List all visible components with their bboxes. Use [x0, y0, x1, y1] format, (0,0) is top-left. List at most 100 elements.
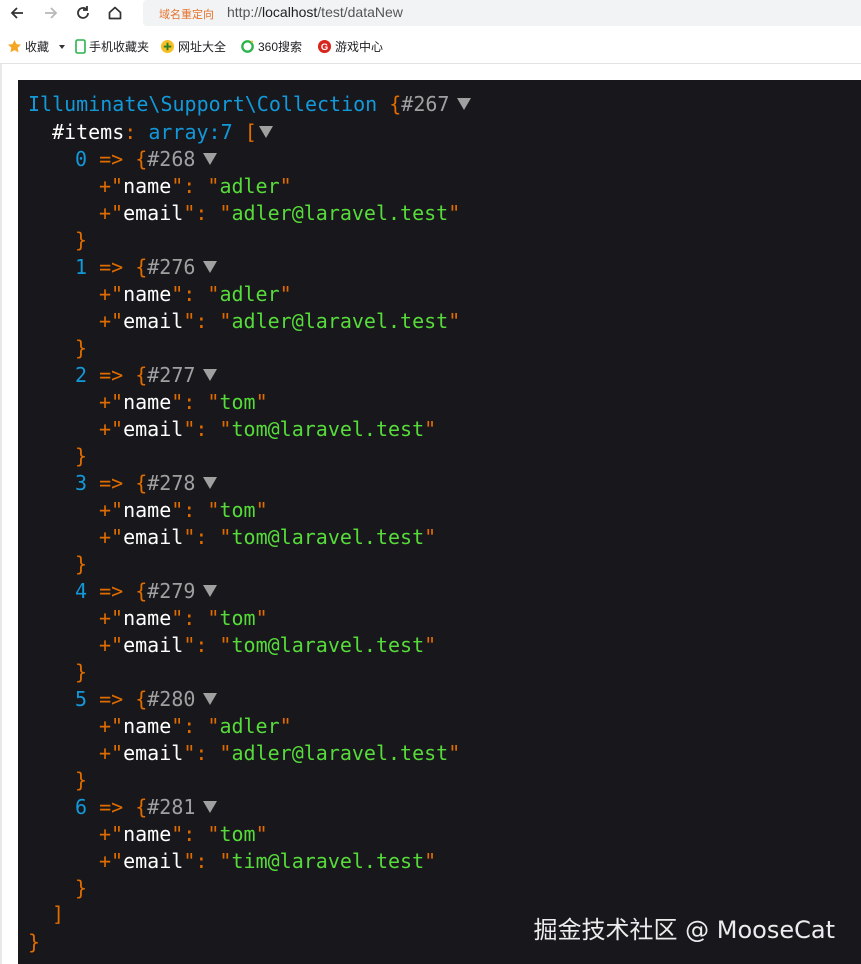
item-name-line: +"name": "tom" — [99, 606, 268, 630]
item-ref: #277 — [147, 363, 196, 387]
item-index: 0 — [75, 147, 88, 171]
item-index: 2 — [75, 363, 88, 387]
item-name-line: +"name": "tom" — [99, 822, 268, 846]
class-name: Illuminate\Support\Collection — [28, 92, 378, 116]
url-prefix: http:// — [227, 4, 263, 20]
svg-text:G: G — [321, 42, 328, 52]
item-key-email: email — [123, 633, 184, 657]
item-key-email: email — [123, 417, 184, 441]
item-email-value: tim@laravel.test — [231, 849, 425, 873]
class-ref: #267 — [401, 92, 450, 116]
item-name-value: tom — [219, 606, 256, 630]
close-brace: } — [28, 930, 41, 954]
var-dump-panel: Illuminate\Support\Collection {#267 #ite… — [18, 80, 861, 964]
collapse-toggle-icon[interactable] — [203, 260, 218, 273]
forward-arrow-icon — [45, 7, 58, 19]
item-key-name: name — [123, 606, 172, 630]
item-name-line: +"name": "adler" — [99, 174, 292, 198]
redirect-label: 域名重定向 — [159, 9, 214, 21]
back-button[interactable] — [6, 2, 28, 24]
item-close-brace: } — [75, 876, 88, 900]
collapse-toggle-icon[interactable] — [203, 368, 218, 381]
bookmark-games[interactable]: G 游戏中心 — [317, 38, 383, 55]
item-header: 5 => {#280 — [75, 686, 218, 712]
item-header: 0 => {#268 — [75, 146, 218, 172]
items-prop-line: #items: array:7 [ — [52, 119, 273, 145]
item-email-line: +"email": "adler@laravel.test" — [99, 309, 461, 333]
item-ref: #268 — [147, 147, 196, 171]
item-key-name: name — [123, 498, 172, 522]
item-close-brace: } — [75, 552, 88, 576]
watermark: 掘金技术社区 @ MooseCat — [533, 916, 835, 944]
home-button[interactable] — [104, 2, 126, 24]
collapse-toggle-icon[interactable] — [203, 476, 218, 489]
collapse-toggle-icon[interactable] — [203, 692, 218, 705]
item-email-value: adler@laravel.test — [231, 201, 449, 225]
item-email-value: adler@laravel.test — [231, 741, 449, 765]
chrome-divider — [0, 63, 861, 64]
item-email-line: +"email": "tom@laravel.test" — [99, 417, 437, 441]
item-name-value: tom — [219, 498, 256, 522]
collapse-toggle-icon[interactable] — [203, 800, 218, 813]
collapse-toggle-icon[interactable] — [203, 584, 218, 597]
items-meta: array:7 — [148, 120, 233, 144]
item-header: 3 => {#278 — [75, 470, 218, 496]
item-close-brace: } — [75, 444, 88, 468]
item-index: 1 — [75, 255, 88, 279]
item-name-line: +"name": "adler" — [99, 714, 292, 738]
item-key-name: name — [123, 282, 172, 306]
item-key-name: name — [123, 390, 172, 414]
search-360-icon — [241, 40, 254, 53]
item-email-line: +"email": "tom@laravel.test" — [99, 525, 437, 549]
reload-button[interactable] — [72, 2, 94, 24]
item-close-brace: } — [75, 336, 88, 360]
bookmark-mobile[interactable]: 手机收藏夹 — [75, 38, 149, 55]
item-index: 4 — [75, 579, 88, 603]
item-key-email: email — [123, 309, 184, 333]
item-name-line: +"name": "tom" — [99, 390, 268, 414]
item-ref: #278 — [147, 471, 196, 495]
collapse-toggle-icon[interactable] — [457, 97, 472, 110]
collapse-toggle-icon[interactable] — [203, 152, 218, 165]
bookmark-label: 游戏中心 — [335, 40, 384, 54]
item-name-line: +"name": "adler" — [99, 282, 292, 306]
item-name-value: tom — [219, 822, 256, 846]
address-bar[interactable]: 域名重定向 http://localhost/test/dataNew — [143, 0, 861, 26]
close-bracket: ] — [52, 902, 65, 926]
item-name-value: adler — [219, 174, 280, 198]
browser-toolbar: 域名重定向 http://localhost/test/dataNew — [0, 0, 861, 26]
url-host: localhost — [262, 4, 318, 20]
item-close-brace: } — [75, 228, 88, 252]
game-icon: G — [317, 39, 332, 54]
item-name-value: tom — [219, 390, 256, 414]
bookmark-sites[interactable]: 网址大全 — [160, 38, 226, 55]
forward-button[interactable] — [40, 2, 62, 24]
bookmarks-bar: 收藏 手机收藏夹 网址大全 360搜索 G 游戏中心 — [0, 34, 861, 60]
phone-icon — [75, 39, 86, 54]
item-header: 2 => {#277 — [75, 362, 218, 388]
item-name-line: +"name": "tom" — [99, 498, 268, 522]
item-header: 1 => {#276 — [75, 254, 218, 280]
collapse-toggle-icon[interactable] — [258, 125, 273, 138]
item-email-line: +"email": "adler@laravel.test" — [99, 201, 461, 225]
bookmark-favorites[interactable]: 收藏 — [7, 38, 72, 55]
item-email-value: adler@laravel.test — [231, 309, 449, 333]
item-key-email: email — [123, 525, 184, 549]
item-email-value: tom@laravel.test — [231, 417, 425, 441]
item-key-name: name — [123, 714, 172, 738]
items-prop: #items — [52, 120, 125, 144]
item-header: 6 => {#281 — [75, 794, 218, 820]
bookmark-label: 360搜索 — [258, 40, 303, 54]
item-close-brace: } — [75, 768, 88, 792]
colon: : — [124, 120, 149, 144]
item-email-line: +"email": "adler@laravel.test" — [99, 741, 461, 765]
item-ref: #276 — [147, 255, 196, 279]
dump-class-line: Illuminate\Support\Collection {#267 — [28, 91, 472, 117]
bookmark-label: 网址大全 — [178, 40, 227, 54]
bookmark-label: 手机收藏夹 — [89, 40, 150, 54]
bookmark-search[interactable]: 360搜索 — [240, 38, 302, 55]
item-key-email: email — [123, 201, 184, 225]
item-key-name: name — [123, 174, 172, 198]
item-ref: #279 — [147, 579, 196, 603]
page-border — [0, 64, 2, 964]
